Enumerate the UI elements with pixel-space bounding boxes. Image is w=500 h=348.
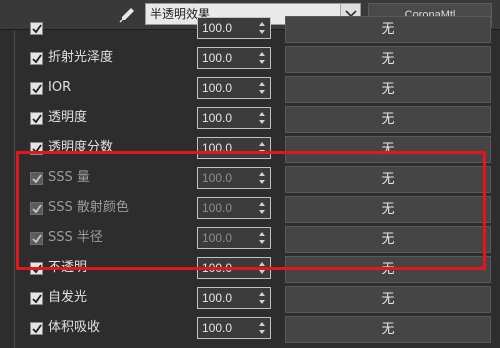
map-slot-button[interactable]: 无 — [285, 16, 491, 43]
checkmark-icon — [32, 204, 42, 214]
map-label: SSS 散射颜色 — [48, 200, 129, 215]
spinner-arrows-icon[interactable] — [256, 199, 268, 217]
spinner-arrows-icon[interactable] — [256, 139, 268, 157]
amount-value[interactable]: 100.0 — [202, 198, 254, 218]
checkmark-icon — [32, 324, 42, 334]
amount-spinner[interactable]: 100.0 — [197, 197, 271, 219]
checkmark-icon — [32, 84, 42, 94]
map-enable-checkbox[interactable] — [30, 322, 43, 335]
amount-value[interactable]: 100.0 — [202, 138, 254, 158]
map-label: 自发光 — [48, 290, 88, 305]
map-row: IOR 100.0 无 — [15, 76, 491, 106]
checkmark-icon — [32, 294, 42, 304]
map-slot-button[interactable]: 无 — [285, 106, 491, 133]
map-slot-button[interactable]: 无 — [285, 256, 491, 283]
map-row: 体积吸收 100.0 无 — [15, 316, 491, 346]
map-enable-checkbox[interactable] — [30, 202, 43, 215]
map-slot-button[interactable]: 无 — [285, 46, 491, 73]
amount-spinner[interactable]: 100.0 — [197, 287, 271, 309]
map-row: SSS 散射颜色 100.0 无 — [15, 196, 491, 226]
map-row: SSS 半径 100.0 无 — [15, 226, 491, 256]
map-slot-button[interactable]: 无 — [285, 316, 491, 343]
checkmark-icon — [32, 144, 42, 154]
amount-spinner[interactable]: 100.0 — [197, 77, 271, 99]
map-slot-button[interactable]: 无 — [285, 166, 491, 193]
map-enable-checkbox[interactable] — [30, 172, 43, 185]
map-enable-checkbox[interactable] — [30, 292, 43, 305]
map-label: SSS 半径 — [48, 230, 103, 245]
map-enable-checkbox[interactable] — [30, 112, 43, 125]
map-slot-button[interactable]: 无 — [285, 286, 491, 313]
amount-value[interactable]: 100.0 — [202, 168, 254, 188]
amount-spinner[interactable]: 100.0 — [197, 317, 271, 339]
spinner-arrows-icon[interactable] — [256, 79, 268, 97]
amount-value[interactable]: 100.0 — [202, 48, 254, 68]
spinner-arrows-icon[interactable] — [256, 259, 268, 277]
map-slot-button[interactable]: 无 — [285, 76, 491, 103]
checkmark-icon — [32, 24, 42, 34]
checkmark-icon — [32, 174, 42, 184]
amount-value[interactable]: 100.0 — [202, 258, 254, 278]
amount-value[interactable]: 100.0 — [202, 78, 254, 98]
map-slot-button[interactable]: 无 — [285, 136, 491, 163]
amount-spinner[interactable]: 100.0 — [197, 167, 271, 189]
map-enable-checkbox[interactable] — [30, 262, 43, 275]
map-row: 100.0 无 — [15, 16, 491, 46]
map-slot-button[interactable]: 无 — [285, 226, 491, 253]
map-label: 折射光泽度 — [48, 50, 114, 65]
map-label: IOR — [48, 80, 72, 95]
map-enable-checkbox[interactable] — [30, 52, 43, 65]
map-enable-checkbox[interactable] — [30, 232, 43, 245]
amount-value[interactable]: 100.0 — [202, 108, 254, 128]
maps-rollout: 100.0 无折射光泽度 100.0 无 IOR 100.0 无透明度 100.0 无透明度分数… — [14, 16, 491, 348]
checkmark-icon — [32, 264, 42, 274]
map-label: 体积吸收 — [48, 320, 101, 335]
map-row: 透明度 100.0 无 — [15, 106, 491, 136]
amount-spinner[interactable]: 100.0 — [197, 137, 271, 159]
map-row: SSS 量 100.0 无 — [15, 166, 491, 196]
checkmark-icon — [32, 54, 42, 64]
amount-spinner[interactable]: 100.0 — [197, 47, 271, 69]
spinner-arrows-icon[interactable] — [256, 319, 268, 337]
amount-value[interactable]: 100.0 — [202, 318, 254, 338]
amount-value[interactable]: 100.0 — [202, 228, 254, 248]
spinner-arrows-icon[interactable] — [256, 49, 268, 67]
map-slot-button[interactable]: 无 — [285, 196, 491, 223]
amount-spinner[interactable]: 100.0 — [197, 107, 271, 129]
checkmark-icon — [32, 114, 42, 124]
map-label: 不透明 — [48, 260, 88, 275]
spinner-arrows-icon[interactable] — [256, 19, 268, 37]
map-enable-checkbox[interactable] — [30, 82, 43, 95]
checkmark-icon — [32, 234, 42, 244]
map-row: 透明度分数 100.0 无 — [15, 136, 491, 166]
spinner-arrows-icon[interactable] — [256, 169, 268, 187]
amount-spinner[interactable]: 100.0 — [197, 17, 271, 39]
map-row: 自发光 100.0 无 — [15, 286, 491, 316]
map-enable-checkbox[interactable] — [30, 22, 43, 35]
map-label: SSS 量 — [48, 170, 90, 185]
amount-value[interactable]: 100.0 — [202, 288, 254, 308]
map-row: 折射光泽度 100.0 无 — [15, 46, 491, 76]
amount-value[interactable]: 100.0 — [202, 18, 254, 38]
amount-spinner[interactable]: 100.0 — [197, 257, 271, 279]
map-row: 不透明 100.0 无 — [15, 256, 491, 286]
map-label: 透明度 — [48, 110, 88, 125]
map-enable-checkbox[interactable] — [30, 142, 43, 155]
spinner-arrows-icon[interactable] — [256, 289, 268, 307]
spinner-arrows-icon[interactable] — [256, 109, 268, 127]
amount-spinner[interactable]: 100.0 — [197, 227, 271, 249]
spinner-arrows-icon[interactable] — [256, 229, 268, 247]
map-label: 透明度分数 — [48, 140, 114, 155]
